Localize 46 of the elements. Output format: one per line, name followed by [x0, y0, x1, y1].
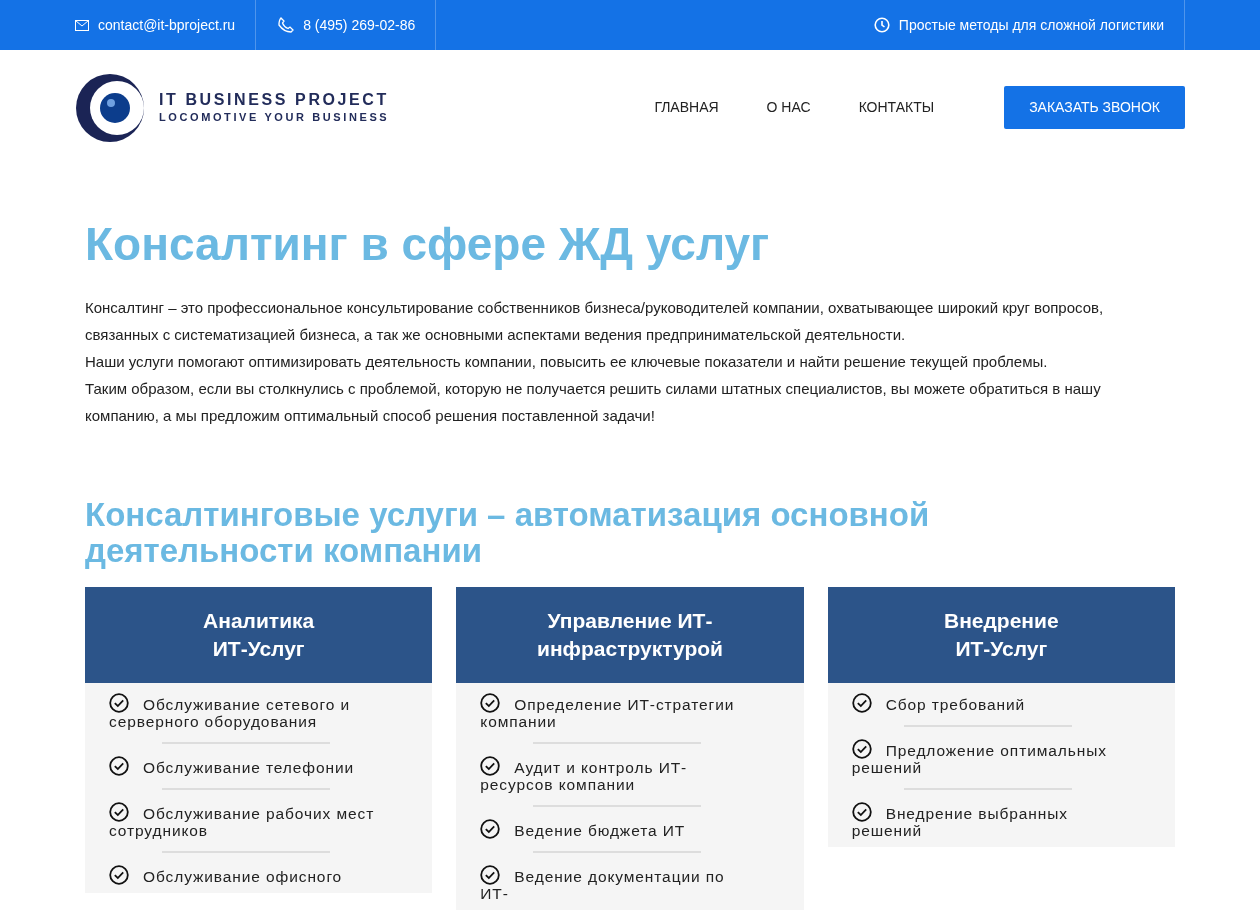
nav-link[interactable]: КОНТАКТЫ [858, 97, 935, 118]
service-item: Ведение бюджета ИТ [480, 819, 754, 840]
service-item: Определение ИТ-стратегии компании [480, 693, 754, 731]
service-item: Аудит и контроль ИТ-ресурсов компании [480, 756, 754, 794]
service-item: Сбор требований [851, 693, 1125, 714]
check-circle-icon [109, 865, 129, 886]
check-circle-icon [851, 693, 872, 714]
logo-title: IT BUSINESS PROJECT [159, 89, 390, 109]
service-item: Обслуживание телефонии [109, 756, 383, 777]
card-title-line: ИТ-Услуг [954, 636, 1049, 663]
phone-number: 8 (495) 269-02-86 [303, 15, 416, 35]
logo-icon [75, 72, 147, 143]
service-item: Ведение документации по ИТ- [480, 865, 754, 903]
order-call-button[interactable]: ЗАКАЗАТЬ ЗВОНОК [1004, 86, 1185, 129]
check-circle-icon [480, 865, 501, 886]
logo-subtitle: LOCOMOTIVE YOUR BUSINESS [159, 109, 390, 125]
card-title-line: инфраструктурой [536, 636, 724, 663]
page-title: Консалтинг в сфере ЖД услуг [85, 217, 771, 272]
service-item: Предложение оптимальных решений [851, 739, 1125, 777]
clock-icon [873, 17, 890, 33]
section-title: Консалтинговые услуги – автоматизация основной деятельности компании [85, 497, 931, 570]
card-title-line: ИТ-Услуг [211, 636, 306, 663]
service-item: Внедрение выбранных решений [851, 802, 1125, 840]
email-link[interactable]: contact@it-bproject.ru [98, 14, 236, 36]
check-circle-icon [480, 756, 501, 777]
check-circle-icon [480, 693, 501, 714]
intro-paragraph: Таким образом, если вы столкнулись с проблемой, которую не получается решить силами штатных специалистов, вы можете обратиться в нашу компанию, а мы предложим оптимальный способ решения поставленной задачи! [85, 379, 1102, 427]
card-title-line: Внедрение [943, 608, 1060, 635]
check-circle-icon [109, 756, 129, 777]
slogan-text: Простые методы для сложной логистики [898, 15, 1164, 35]
nav-link[interactable]: ГЛАВНАЯ [654, 97, 719, 118]
check-circle-icon [109, 693, 129, 714]
service-item: Обслуживание сетевого и серверного оборудования [109, 693, 383, 731]
mail-icon [75, 19, 89, 31]
service-item: Обслуживание офисного [109, 865, 383, 886]
card-title-line: Аналитика [202, 608, 316, 635]
check-circle-icon [851, 739, 872, 760]
phone-icon [278, 17, 295, 33]
check-circle-icon [109, 802, 129, 823]
intro-paragraph: Консалтинг – это профессиональное консультирование собственников бизнеса/руководителей компании, охватывающее широкий круг вопросов, связанных с систематизацией бизнеса, а так же основными аспектами ведения предпринимательской деятельности. [85, 298, 1105, 346]
nav-link[interactable]: О НАС [766, 97, 811, 118]
intro-paragraph: Наши услуги помогают оптимизировать деятельность компании, повысить ее ключевые показатели и найти решение текущей проблемы. [85, 352, 1049, 373]
check-circle-icon [851, 802, 872, 823]
service-item: Обслуживание рабочих мест сотрудников [109, 802, 383, 840]
card-title-line: Управление ИТ- [546, 608, 714, 635]
check-circle-icon [480, 819, 501, 840]
